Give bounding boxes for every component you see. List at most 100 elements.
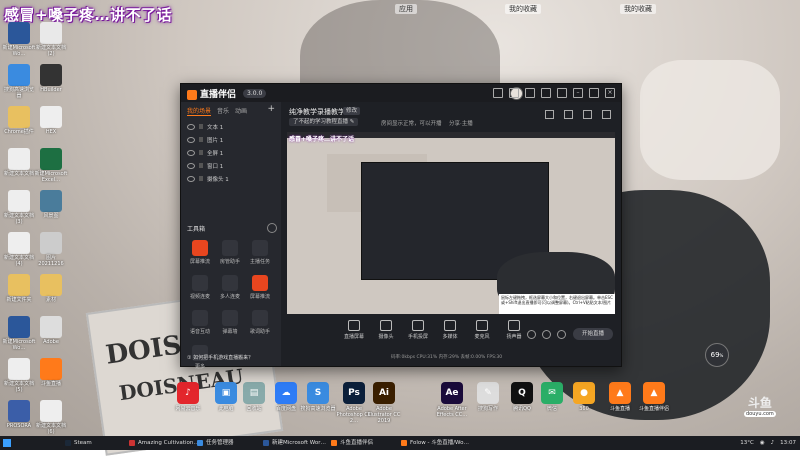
toolbox-item[interactable]: 房管助手 — [215, 240, 245, 265]
desktop-icon[interactable]: 新建Microsoft Wo… — [2, 22, 36, 57]
toolbox-item[interactable]: 视频连麦 — [185, 275, 215, 300]
add-source-button[interactable]: + — [267, 105, 275, 116]
desktop-app-icon[interactable]: ☁ 百度网盘 — [268, 382, 304, 412]
eye-icon[interactable] — [542, 330, 551, 339]
desktop-icon[interactable]: HBuilder — [34, 64, 68, 93]
bookmark-favorites-2[interactable]: 我的收藏 — [620, 4, 656, 14]
close-icon[interactable]: × — [605, 88, 615, 98]
taskbar-task-manager[interactable]: 任务管理器 — [196, 438, 234, 448]
desktop-icon[interactable]: 新建Microsoft Wo… — [2, 316, 36, 351]
desktop-app-icon[interactable]: ▤ 回收站 — [236, 382, 272, 412]
desktop-icon[interactable]: Chrome插件 — [2, 106, 36, 135]
desktop-app-icon[interactable]: ✉ 微信 — [534, 382, 570, 412]
desktop-icon[interactable]: 素材 — [34, 274, 68, 303]
stream-preview[interactable]: 感冒+嗓子疼…讲不了话 鼠标左键拖拽，框选屏幕大小和位置，右键退出屏幕。单击ES… — [287, 132, 615, 314]
toolbox-item[interactable]: 语音互动 — [185, 310, 215, 335]
tab-scenes[interactable]: 我的场景 — [187, 106, 212, 116]
layer-item[interactable]: 窗口 1 — [181, 159, 281, 172]
taskbar-word[interactable]: 新建Microsoft Wor… — [262, 438, 326, 448]
gear-icon[interactable] — [557, 330, 566, 339]
share-icon[interactable] — [602, 110, 611, 119]
toolbox-item[interactable]: 主播任务 — [245, 240, 275, 265]
layout-icon[interactable] — [564, 110, 573, 119]
desktop-app-icon[interactable]: ● 360 — [566, 382, 602, 412]
weather[interactable]: 13°C — [740, 438, 754, 448]
add-source-control[interactable]: 摄像头 — [373, 320, 399, 340]
taskbar-steam[interactable]: Steam — [64, 438, 92, 448]
toolbox-item[interactable]: 弹幕墙 — [215, 310, 245, 335]
eye-icon[interactable] — [187, 162, 195, 169]
volume-icon[interactable]: ♪ — [771, 438, 775, 448]
settings-icon[interactable] — [541, 88, 551, 98]
desktop-icon[interactable]: 风景图 — [34, 190, 68, 219]
shirt-icon[interactable] — [525, 88, 535, 98]
toolbox-item[interactable]: 歌词助手 — [245, 310, 275, 335]
eye-icon[interactable] — [187, 175, 195, 182]
desktop-icon[interactable]: 新建文本文档 (2) — [34, 22, 68, 57]
desktop-icon[interactable]: 新建Microsoft Excel… — [34, 148, 68, 183]
desktop-icon[interactable]: 新建文件夹 — [2, 274, 36, 303]
desktop-icon[interactable]: 新建文本文档 — [2, 148, 36, 177]
version-badge[interactable]: 3.0.0 — [243, 89, 267, 98]
maximize-icon[interactable] — [589, 88, 599, 98]
desktop-icon[interactable]: 搜狗高速浏览器 — [2, 64, 36, 99]
start-live-button[interactable]: 开始直播 — [573, 328, 613, 340]
clock[interactable]: 13:07 — [780, 438, 796, 448]
desktop-icon[interactable]: 新建文本文档 (6) — [34, 400, 68, 435]
lock-icon[interactable] — [199, 176, 203, 181]
layer-item[interactable]: 全屏 1 — [181, 146, 281, 159]
desktop-app-icon[interactable]: ▲ 斗鱼直播 — [602, 382, 638, 412]
add-source-control[interactable]: 多媒体 — [437, 320, 463, 340]
edit-room-button[interactable]: 修改 — [343, 107, 361, 115]
desktop-app-icon[interactable]: ✎ 搜狗写作 — [470, 382, 506, 412]
taskbar-douyu-companion[interactable]: 斗鱼直播伴侣 — [330, 438, 373, 448]
lock-icon[interactable] — [199, 124, 203, 129]
taskbar-game[interactable]: Amazing Cultivation… — [128, 438, 199, 448]
lock-icon[interactable] — [545, 110, 554, 119]
lock-icon[interactable] — [199, 137, 203, 142]
desktop-app-icon[interactable]: Ae Adobe After Effects CC… — [434, 382, 470, 418]
layer-item[interactable]: 图片 1 — [181, 133, 281, 146]
menu-icon[interactable] — [557, 88, 567, 98]
room-category[interactable]: 了不起的学习教程直播 ✎ — [289, 118, 359, 126]
desktop-app-icon[interactable]: ♪ 网易云音乐 — [170, 382, 206, 412]
gift-icon[interactable] — [509, 88, 519, 98]
desktop-icon[interactable]: HEX — [34, 106, 68, 135]
desktop-icon[interactable]: 新建文本文档 (3) — [2, 190, 36, 225]
camera-toggle-icon[interactable] — [527, 330, 536, 339]
tab-animation[interactable]: 动画 — [235, 106, 247, 116]
desktop-app-icon[interactable]: S 搜狗高速浏览器 — [300, 382, 336, 412]
desktop-icon[interactable]: Adobe — [34, 316, 68, 345]
room-share[interactable]: 分享·主播 — [449, 119, 473, 127]
toolbox-item[interactable]: 屏幕推流 — [245, 275, 275, 300]
tab-music[interactable]: 音乐 — [217, 106, 229, 116]
performance-badge[interactable]: 69% — [705, 343, 729, 367]
add-source-control[interactable]: 麦克风 — [469, 320, 495, 340]
toolbox-item[interactable]: 屏幕推流 — [185, 240, 215, 265]
lock-icon[interactable] — [199, 150, 203, 155]
minimize-icon[interactable]: – — [573, 88, 583, 98]
desktop-icon[interactable]: 新建文本文档 (5) — [2, 358, 36, 393]
window-icon[interactable] — [583, 110, 592, 119]
bookmark-favorites[interactable]: 我的收藏 — [505, 4, 541, 14]
toolbox-item[interactable]: 多人连麦 — [215, 275, 245, 300]
eye-icon[interactable] — [187, 149, 195, 156]
add-source-control[interactable]: 扬声器 — [501, 320, 527, 340]
windows-start-icon[interactable] — [3, 439, 11, 447]
network-icon[interactable]: ◉ — [760, 438, 765, 448]
eye-icon[interactable] — [187, 136, 195, 143]
desktop-icon[interactable]: PROSORA — [2, 400, 36, 429]
lock-icon[interactable] — [199, 163, 203, 168]
toolbox-more-icon[interactable] — [267, 223, 277, 233]
desktop-icon[interactable]: 新建文本文档 (4) — [2, 232, 36, 267]
layer-item[interactable]: 文本 1 — [181, 120, 281, 133]
desktop-app-icon[interactable]: Ai Adobe Illustrator CC 2019 — [366, 382, 402, 424]
help-notice[interactable]: ① 如何把手机游戏直播搬来？ — [187, 354, 253, 361]
eye-icon[interactable] — [187, 123, 195, 130]
desktop-app-icon[interactable]: ▲ 斗鱼直播伴侣 — [636, 382, 672, 412]
desktop-icon[interactable]: 斗鱼直播 — [34, 358, 68, 387]
message-icon[interactable] — [493, 88, 503, 98]
desktop-icon[interactable]: 图片20211216 — [34, 232, 68, 267]
layer-item[interactable]: 摄像头 1 — [181, 172, 281, 185]
window-titlebar[interactable]: 直播伴侣 3.0.0 – × — [181, 84, 621, 102]
